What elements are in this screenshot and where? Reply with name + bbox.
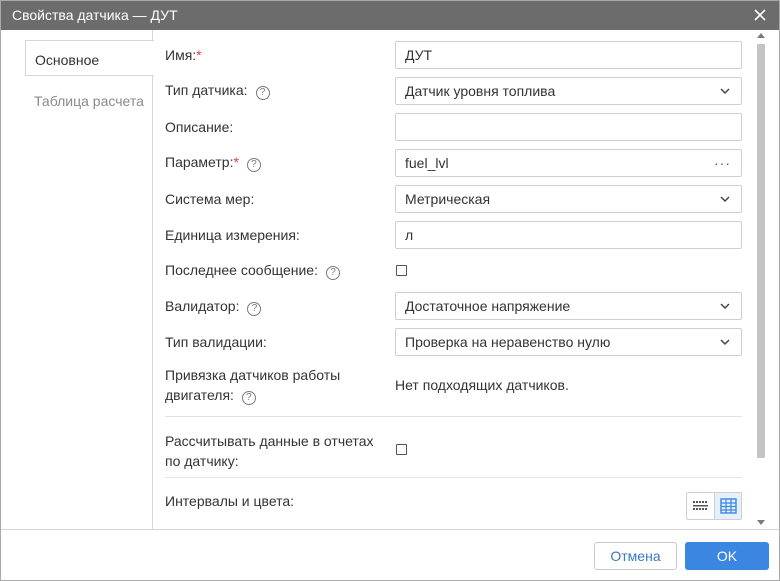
calc-reports-label: Рассчитывать данные в отчетах по датчику… — [165, 431, 373, 471]
chevron-down-icon — [720, 339, 730, 346]
description-input[interactable] — [395, 113, 742, 141]
calc-reports-label-line-2: по датчику: — [165, 453, 239, 469]
unit-system-label: Система мер: — [165, 191, 255, 207]
last-message-checkbox[interactable] — [396, 265, 407, 276]
validator-label: Валидатор:? — [165, 296, 262, 316]
unit-system-value: Метрическая — [405, 191, 491, 207]
sensor-type-label: Тип датчика:? — [165, 80, 270, 100]
name-input[interactable]: ДУТ — [395, 41, 742, 69]
parameter-input-value: fuel_lvl — [405, 155, 449, 171]
help-icon[interactable]: ? — [246, 158, 261, 172]
divider — [165, 416, 742, 417]
calc-reports-label-line-1: Рассчитывать данные в отчетах — [165, 433, 374, 449]
gradient-grid-icon — [693, 501, 708, 510]
engine-binding-label-line-2: двигателя:? — [165, 385, 340, 405]
help-icon[interactable]: ? — [325, 266, 340, 280]
ok-button[interactable]: OK — [685, 542, 769, 570]
validator-select[interactable]: Достаточное напряжение — [395, 292, 742, 320]
tab-general[interactable]: Основное — [25, 40, 154, 76]
scroll-up-icon[interactable] — [757, 33, 765, 38]
name-label-text: Имя: — [165, 47, 197, 63]
parameter-input[interactable]: fuel_lvl ··· — [395, 149, 742, 177]
parameter-label: Параметр:*? — [165, 152, 261, 172]
sensor-properties-dialog: Свойства датчика — ДУТ Основное Таблица … — [0, 0, 780, 581]
engine-binding-label-line-1: Привязка датчиков работы — [165, 367, 341, 383]
help-icon[interactable]: ? — [247, 302, 262, 316]
engine-binding-label-text: двигателя: — [165, 387, 234, 403]
intervals-label: Интервалы и цвета: — [165, 493, 295, 509]
table-icon — [720, 498, 737, 514]
chevron-down-icon — [720, 88, 730, 95]
form-content: Имя:* ДУТ Тип датчика:? Датчик уровня то… — [153, 30, 754, 529]
cancel-button[interactable]: Отмена — [594, 542, 677, 570]
dialog-footer: Отмена OK — [1, 529, 779, 580]
tab-calculation-table[interactable]: Таблица расчета — [25, 82, 153, 118]
divider — [165, 477, 742, 478]
unit-input-value: л — [405, 227, 414, 243]
vertical-scrollbar[interactable] — [754, 30, 768, 529]
calc-reports-checkbox[interactable] — [396, 444, 407, 455]
help-icon[interactable]: ? — [255, 86, 270, 100]
engine-binding-label: Привязка датчиков работы двигателя:? — [165, 365, 340, 405]
unit-label: Единица измерения: — [165, 227, 300, 243]
sensor-type-value: Датчик уровня топлива — [405, 83, 556, 99]
more-options-icon[interactable]: ··· — [714, 156, 731, 170]
chevron-down-icon — [720, 303, 730, 310]
gradient-view-button[interactable] — [687, 493, 714, 519]
unit-input[interactable]: л — [395, 221, 742, 249]
scroll-thumb[interactable] — [757, 44, 765, 458]
last-message-label-text: Последнее сообщение: — [165, 262, 318, 278]
table-view-button[interactable] — [714, 493, 741, 519]
engine-binding-value: Нет подходящих датчиков. — [395, 377, 569, 393]
validation-type-select[interactable]: Проверка на неравенство нулю — [395, 328, 742, 356]
close-icon[interactable] — [752, 7, 768, 23]
tabs-panel: Основное Таблица расчета — [1, 30, 154, 529]
scroll-down-icon[interactable] — [757, 520, 765, 525]
intervals-view-toggle — [686, 492, 742, 520]
sensor-type-select[interactable]: Датчик уровня топлива — [395, 77, 742, 105]
help-icon[interactable]: ? — [241, 391, 256, 405]
name-label: Имя:* — [165, 45, 202, 65]
validation-type-label: Тип валидации: — [165, 334, 267, 350]
title-bar: Свойства датчика — ДУТ — [1, 1, 779, 30]
required-mark: * — [196, 47, 202, 63]
validator-value: Достаточное напряжение — [405, 298, 571, 314]
sensor-type-label-text: Тип датчика: — [165, 82, 248, 98]
dialog-title: Свойства датчика — ДУТ — [12, 7, 178, 23]
dialog-body: Основное Таблица расчета Имя:* ДУТ Тип д… — [1, 30, 779, 529]
description-label: Описание: — [165, 119, 234, 135]
name-input-value: ДУТ — [405, 47, 433, 63]
required-mark: * — [233, 154, 239, 170]
last-message-label: Последнее сообщение:? — [165, 260, 340, 280]
validator-label-text: Валидатор: — [165, 298, 240, 314]
parameter-label-text: Параметр: — [165, 154, 234, 170]
chevron-down-icon — [720, 196, 730, 203]
validation-type-value: Проверка на неравенство нулю — [405, 334, 611, 350]
unit-system-select[interactable]: Метрическая — [395, 185, 742, 213]
